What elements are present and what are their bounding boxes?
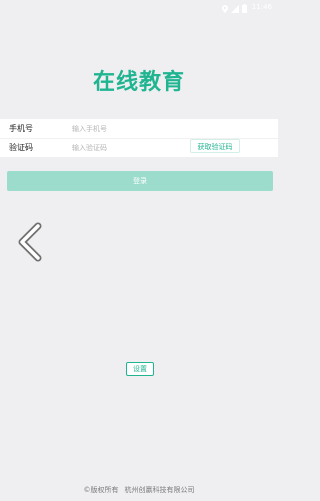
footer: ©版权所有 杭州创赢科技有限公司 (0, 485, 278, 495)
status-icons: 11:46 (221, 2, 272, 13)
footer-copyright: ©版权所有 (83, 486, 119, 494)
code-input[interactable] (72, 140, 182, 155)
phone-label: 手机号 (9, 124, 33, 133)
code-label: 验证码 (9, 143, 33, 152)
settings-button[interactable]: 设置 (126, 362, 154, 376)
status-time: 11:46 (251, 3, 272, 11)
phone-row: 手机号 (0, 119, 278, 138)
location-icon (221, 0, 228, 17)
status-bar: 11:46 (0, 0, 278, 14)
login-button[interactable]: 登录 (7, 171, 273, 191)
chevron-left-icon[interactable] (14, 222, 48, 262)
get-code-button[interactable]: 获取验证码 (190, 139, 240, 153)
signal-icon (230, 0, 239, 17)
footer-company: 杭州创赢科技有限公司 (124, 486, 195, 494)
app-title: 在线教育 (92, 70, 185, 95)
phone-input[interactable] (72, 121, 182, 136)
battery-icon (241, 0, 247, 17)
